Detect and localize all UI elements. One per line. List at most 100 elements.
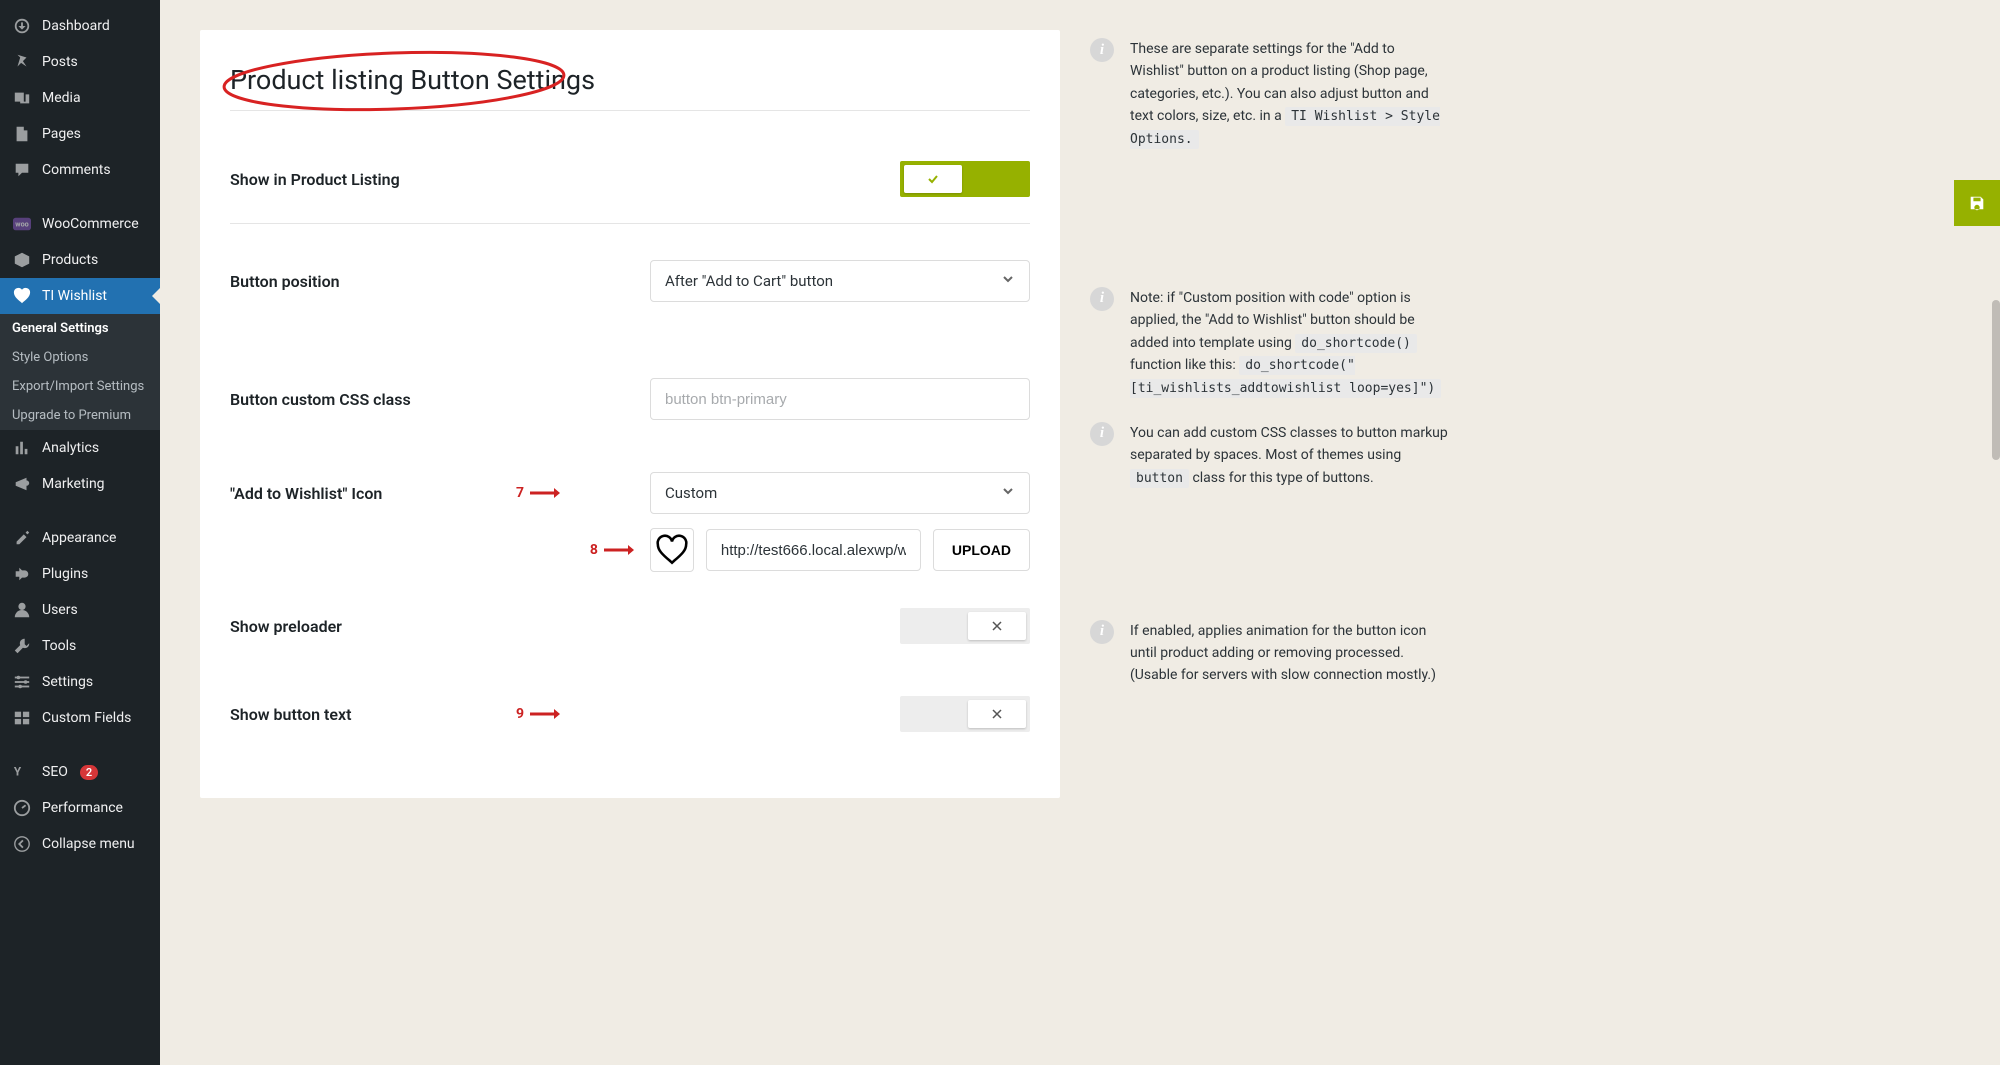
- sidebar-item-label: TI Wishlist: [42, 288, 107, 304]
- marketing-icon: [12, 474, 32, 494]
- input-icon-url[interactable]: [706, 529, 921, 571]
- sidebar-item-label: SEO: [42, 764, 68, 780]
- sidebar-item-products[interactable]: Products: [0, 242, 160, 278]
- sidebar-item-posts[interactable]: Posts: [0, 44, 160, 80]
- sidebar-item-users[interactable]: Users: [0, 592, 160, 628]
- plugins-icon: [12, 564, 32, 584]
- annotation-marker-8: 8: [590, 542, 634, 558]
- icon-preview: [650, 528, 694, 572]
- sidebar-item-label: Pages: [42, 126, 81, 142]
- sidebar-item-label: Media: [42, 90, 81, 106]
- info-block-2: i Note: if "Custom position with code" o…: [1090, 287, 1460, 400]
- toggle-show-in-listing[interactable]: [900, 161, 1030, 197]
- sidebar-item-collapse[interactable]: Collapse menu: [0, 826, 160, 862]
- sidebar-item-tiwishlist[interactable]: TI Wishlist: [0, 278, 160, 314]
- products-icon: [12, 250, 32, 270]
- seo-badge: 2: [80, 765, 98, 780]
- content-area: Product listing Button Settings Show in …: [160, 0, 2000, 1065]
- sidebar-item-woocommerce[interactable]: woo WooCommerce: [0, 206, 160, 242]
- sidebar-item-plugins[interactable]: Plugins: [0, 556, 160, 592]
- page-title: Product listing Button Settings: [230, 54, 1030, 110]
- pin-icon: [12, 52, 32, 72]
- info-icon: i: [1090, 620, 1114, 644]
- sidebar-item-label: Analytics: [42, 440, 99, 456]
- sidebar-item-pages[interactable]: Pages: [0, 116, 160, 152]
- field-label: Button custom CSS class: [230, 390, 550, 409]
- info-text: These are separate settings for the "Add…: [1130, 38, 1450, 151]
- info-text: You can add custom CSS classes to button…: [1130, 422, 1450, 490]
- info-block-4: i If enabled, applies animation for the …: [1090, 620, 1460, 687]
- sidebar-item-label: Tools: [42, 638, 76, 654]
- performance-icon: [12, 798, 32, 818]
- heart-badge-icon: [12, 286, 32, 306]
- settings-icon: [12, 672, 32, 692]
- submenu-style-options[interactable]: Style Options: [0, 343, 160, 372]
- field-wishlist-icon: "Add to Wishlist" Icon 7 Custom: [230, 446, 1030, 528]
- info-text: If enabled, applies animation for the bu…: [1130, 620, 1450, 687]
- field-label: Show in Product Listing: [230, 170, 550, 189]
- info-block-1: i These are separate settings for the "A…: [1090, 38, 1460, 151]
- sidebar-item-seo[interactable]: Y SEO 2: [0, 754, 160, 790]
- toggle-show-preloader[interactable]: [900, 608, 1030, 644]
- chevron-down-icon: [1001, 272, 1015, 290]
- field-label: "Add to Wishlist" Icon: [230, 484, 550, 503]
- info-icon: i: [1090, 287, 1114, 311]
- input-css-class[interactable]: [650, 378, 1030, 420]
- comment-icon: [12, 160, 32, 180]
- annotation-marker-7: 7: [516, 485, 560, 501]
- sidebar-item-label: WooCommerce: [42, 216, 139, 232]
- sidebar-item-label: Dashboard: [42, 18, 110, 34]
- sidebar-item-label: Users: [42, 602, 78, 618]
- sidebar-item-label: Comments: [42, 162, 111, 178]
- collapse-icon: [12, 834, 32, 854]
- page-icon: [12, 124, 32, 144]
- select-button-position[interactable]: After "Add to Cart" button: [650, 260, 1030, 302]
- select-wishlist-icon[interactable]: Custom: [650, 472, 1030, 514]
- field-show-in-listing: Show in Product Listing: [230, 111, 1030, 224]
- analytics-icon: [12, 438, 32, 458]
- sidebar-item-label: Appearance: [42, 530, 116, 546]
- sidebar-item-label: Products: [42, 252, 98, 268]
- sidebar-item-tools[interactable]: Tools: [0, 628, 160, 664]
- submenu: General Settings Style Options Export/Im…: [0, 314, 160, 430]
- field-icon-upload: 8 UPLOAD: [230, 528, 1030, 598]
- floating-save-button[interactable]: [1954, 180, 2000, 226]
- sidebar-item-analytics[interactable]: Analytics: [0, 430, 160, 466]
- chevron-down-icon: [1001, 484, 1015, 502]
- submenu-export-import[interactable]: Export/Import Settings: [0, 372, 160, 401]
- field-label: Show button text: [230, 705, 550, 724]
- svg-text:Y: Y: [14, 765, 22, 779]
- sidebar-item-label: Custom Fields: [42, 710, 131, 726]
- field-show-preloader: Show preloader: [230, 598, 1030, 670]
- annotation-marker-9: 9: [516, 706, 560, 722]
- seo-icon: Y: [12, 762, 32, 782]
- sidebar-item-label: Marketing: [42, 476, 105, 492]
- submenu-general-settings[interactable]: General Settings: [0, 314, 160, 343]
- field-label: Show preloader: [230, 617, 550, 636]
- info-text: Note: if "Custom position with code" opt…: [1130, 287, 1450, 400]
- media-icon: [12, 88, 32, 108]
- info-panel: i These are separate settings for the "A…: [1090, 30, 1460, 747]
- save-icon: [1968, 194, 1986, 212]
- svg-text:woo: woo: [15, 220, 28, 229]
- sidebar-item-performance[interactable]: Performance: [0, 790, 160, 826]
- sidebar-item-settings[interactable]: Settings: [0, 664, 160, 700]
- submenu-upgrade[interactable]: Upgrade to Premium: [0, 401, 160, 430]
- toggle-show-button-text[interactable]: [900, 696, 1030, 732]
- admin-sidebar: Dashboard Posts Media Pages Comments woo…: [0, 0, 160, 1065]
- sidebar-item-dashboard[interactable]: Dashboard: [0, 8, 160, 44]
- sidebar-item-media[interactable]: Media: [0, 80, 160, 116]
- sidebar-item-comments[interactable]: Comments: [0, 152, 160, 188]
- field-button-position: Button position After "Add to Cart" butt…: [230, 224, 1030, 328]
- select-value: After "Add to Cart" button: [665, 272, 833, 290]
- scrollbar[interactable]: [1992, 300, 2000, 460]
- toggle-handle: [904, 165, 962, 193]
- toggle-handle: [968, 612, 1026, 640]
- sidebar-item-customfields[interactable]: Custom Fields: [0, 700, 160, 736]
- fields-icon: [12, 708, 32, 728]
- sidebar-item-marketing[interactable]: Marketing: [0, 466, 160, 502]
- select-value: Custom: [665, 484, 717, 502]
- sidebar-item-appearance[interactable]: Appearance: [0, 520, 160, 556]
- dashboard-icon: [12, 16, 32, 36]
- upload-button[interactable]: UPLOAD: [933, 529, 1030, 571]
